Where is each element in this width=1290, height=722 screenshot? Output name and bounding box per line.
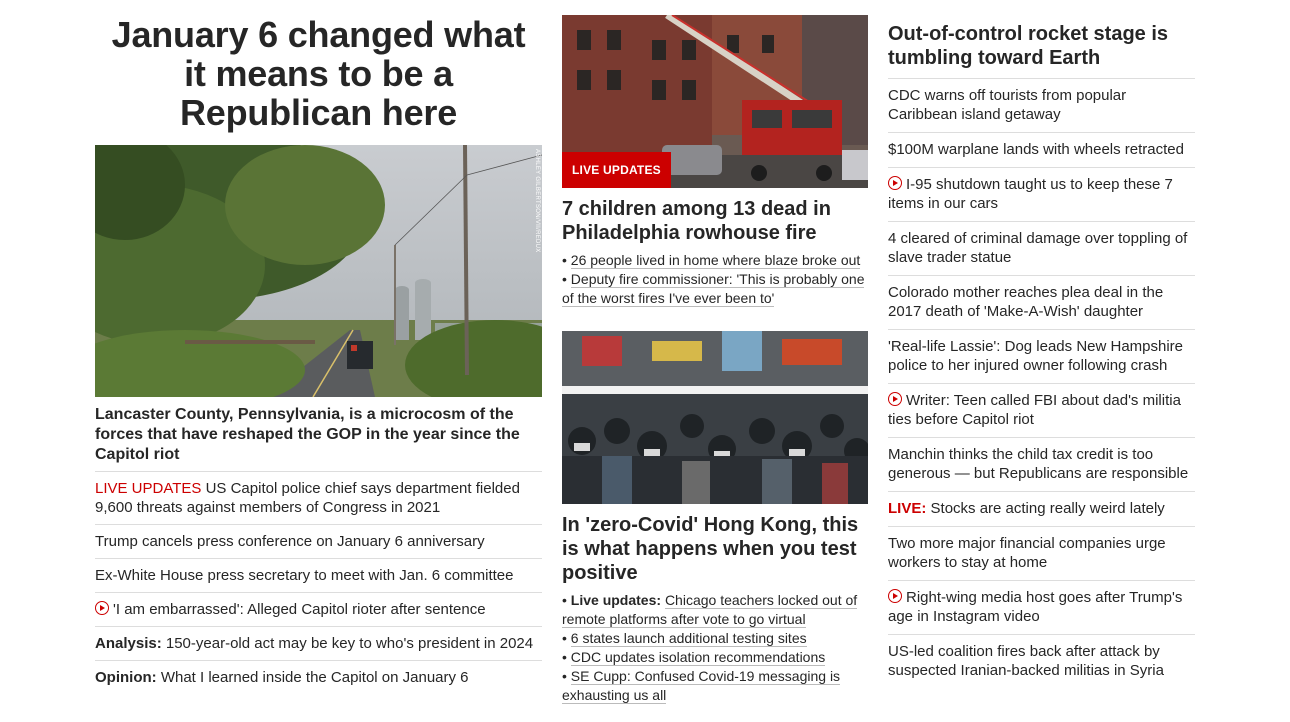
story-text[interactable]: CDC warns off tourists from popular Cari… [888,87,1126,123]
hong-kong-crowd-photo [562,331,868,504]
analysis-label: Analysis: [95,635,162,652]
list-item[interactable]: 'I am embarrassed': Alleged Capitol riot… [95,593,542,627]
story-text[interactable]: 26 people lived in home where blaze brok… [570,252,861,269]
list-item[interactable]: Colorado mother reaches plea deal in the… [888,276,1195,330]
story-text[interactable]: What I learned inside the Capitol on Jan… [161,669,469,686]
image-credit: ASHLEY GILBERTSON/VII/REDUX [534,149,540,253]
story-text[interactable]: 150-year-old act may be key to who's pre… [166,635,533,652]
story-text[interactable]: Deputy fire commissioner: 'This is proba… [562,271,865,307]
list-item[interactable]: Right-wing media host goes after Trump's… [888,581,1195,635]
fire-story: LIVE UPDATES 7 children among 13 dead in… [562,15,868,308]
story-text[interactable]: I-95 shutdown taught us to keep these 7 … [888,176,1173,212]
story-text[interactable]: 6 states launch additional testing sites [570,630,807,647]
list-item[interactable]: Trump cancels press conference on Januar… [95,525,542,559]
hong-kong-headline-link[interactable]: In 'zero-Covid' Hong Kong, this is what … [562,513,868,585]
list-item[interactable]: $100M warplane lands with wheels retract… [888,133,1195,168]
story-text[interactable]: Writer: Teen called FBI about dad's mili… [888,392,1181,428]
list-item[interactable]: LIVE UPDATES US Capitol police chief say… [95,472,542,525]
live-updates-label: Live updates: [570,592,662,608]
list-item[interactable]: • SE Cupp: Confused Covid-19 messaging i… [562,667,868,705]
story-text[interactable]: CDC updates isolation recommendations [570,649,826,666]
play-video-icon [888,392,902,406]
story-text[interactable]: Stocks are acting really weird lately [931,500,1165,517]
list-item[interactable]: • Live updates: Chicago teachers locked … [562,591,868,629]
list-item[interactable]: 4 cleared of criminal damage over toppli… [888,222,1195,276]
story-text[interactable]: US-led coalition fires back after attack… [888,643,1164,679]
list-item[interactable]: Ex-White House press secretary to meet w… [95,559,542,593]
list-item[interactable]: I-95 shutdown taught us to keep these 7 … [888,168,1195,222]
story-text[interactable]: Colorado mother reaches plea deal in the… [888,284,1163,320]
hero-photo-amish-buggy [95,145,542,397]
list-item[interactable]: • CDC updates isolation recommendations [562,648,868,667]
fire-headline-link[interactable]: 7 children among 13 dead in Philadelphia… [562,197,868,245]
list-item[interactable]: LIVE: Stocks are acting really weird lat… [888,492,1195,527]
covid-bullets: • Live updates: Chicago teachers locked … [562,591,868,705]
story-text[interactable]: 'Real-life Lassie': Dog leads New Hampsh… [888,338,1183,374]
live-updates-label: LIVE UPDATES [95,480,202,497]
play-video-icon [888,589,902,603]
play-video-icon [95,601,109,615]
lead-story-column: January 6 changed what it means to be a … [95,15,542,694]
hero-headline-link[interactable]: January 6 changed what it means to be a … [95,15,542,132]
list-item[interactable]: Analysis: 150-year-old act may be key to… [95,627,542,661]
story-text[interactable]: 'I am embarrassed': Alleged Capitol riot… [113,601,486,618]
story-text[interactable]: Manchin thinks the child tax credit is t… [888,446,1188,482]
list-item[interactable]: CDC warns off tourists from popular Cari… [888,79,1195,133]
list-item[interactable]: Two more major financial companies urge … [888,527,1195,581]
rocket-headline-link[interactable]: Out-of-control rocket stage is tumbling … [888,15,1195,79]
hong-kong-image-link[interactable] [562,331,868,504]
list-item[interactable]: • 6 states launch additional testing sit… [562,629,868,648]
middle-column: LIVE UPDATES 7 children among 13 dead in… [562,15,868,705]
list-item[interactable]: • 26 people lived in home where blaze br… [562,251,868,270]
list-item[interactable]: 'Real-life Lassie': Dog leads New Hampsh… [888,330,1195,384]
list-item[interactable]: Opinion: What I learned inside the Capit… [95,661,542,694]
list-item[interactable]: Manchin thinks the child tax credit is t… [888,438,1195,492]
story-text[interactable]: Right-wing media host goes after Trump's… [888,589,1182,625]
fire-bullets: • 26 people lived in home where blaze br… [562,251,868,308]
play-video-icon [888,176,902,190]
opinion-label: Opinion: [95,669,157,686]
lead-story-list: LIVE UPDATES US Capitol police chief say… [95,472,542,694]
story-text[interactable]: $100M warplane lands with wheels retract… [888,141,1184,158]
hero-image-link[interactable]: ASHLEY GILBERTSON/VII/REDUX [95,145,542,397]
list-item[interactable]: • Deputy fire commissioner: 'This is pro… [562,270,868,308]
story-text[interactable]: 4 cleared of criminal damage over toppli… [888,230,1187,266]
list-item[interactable]: US-led coalition fires back after attack… [888,635,1195,688]
story-text[interactable]: Trump cancels press conference on Januar… [95,533,485,550]
list-item[interactable]: Writer: Teen called FBI about dad's mili… [888,384,1195,438]
story-text[interactable]: SE Cupp: Confused Covid-19 messaging is … [562,668,841,704]
right-column: Out-of-control rocket stage is tumbling … [888,15,1195,688]
fire-image-link[interactable]: LIVE UPDATES [562,15,868,188]
story-text[interactable]: Ex-White House press secretary to meet w… [95,567,513,584]
live-label: LIVE: [888,500,927,517]
right-story-list: CDC warns off tourists from popular Cari… [888,79,1195,688]
live-updates-badge: LIVE UPDATES [562,152,671,188]
hero-subheadline-link[interactable]: Lancaster County, Pennsylvania, is a mic… [95,405,542,472]
covid-story: In 'zero-Covid' Hong Kong, this is what … [562,331,868,705]
story-text[interactable]: Two more major financial companies urge … [888,535,1166,571]
